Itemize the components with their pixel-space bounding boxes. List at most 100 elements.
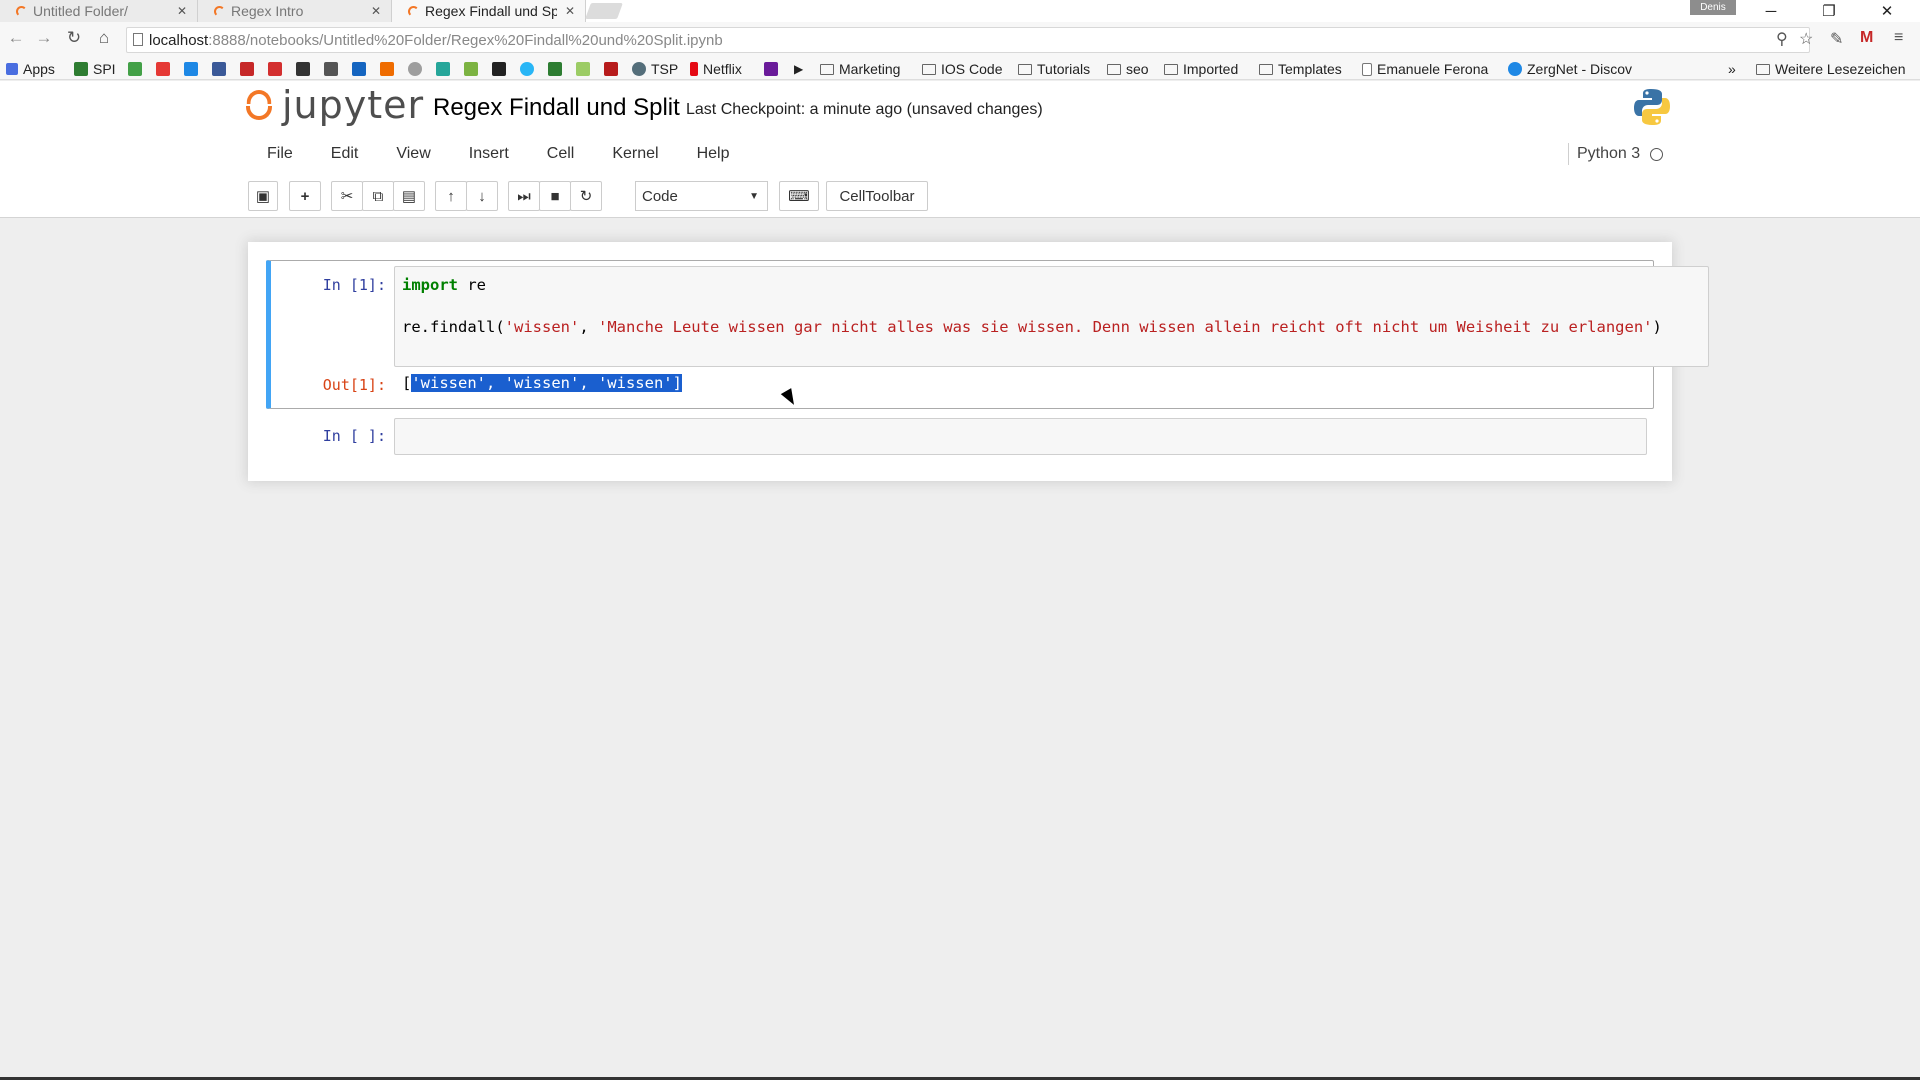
bookmark-favicon-icon[interactable]: [464, 62, 478, 76]
empty-code-input[interactable]: [394, 418, 1647, 455]
cut-scissors-icon[interactable]: ✂: [331, 181, 363, 211]
move-up-arrow-icon[interactable]: ↑: [435, 181, 467, 211]
jupyter-logo[interactable]: jupyter: [246, 83, 425, 127]
home-icon[interactable]: ⌂: [94, 28, 114, 48]
bookmark-favicon-icon[interactable]: [324, 62, 338, 76]
paste-icon[interactable]: ▤: [393, 181, 425, 211]
bookmark-folder-ios-code[interactable]: IOS Code: [922, 58, 1002, 80]
bookmark-label: Imported: [1183, 61, 1239, 77]
bookmark-emanuele[interactable]: Emanuele Ferona: [1362, 58, 1494, 80]
menu-file[interactable]: File: [248, 145, 312, 163]
bookmark-favicon-icon[interactable]: [352, 62, 366, 76]
code-input-area[interactable]: [394, 266, 1709, 367]
restart-icon[interactable]: ↻: [570, 181, 602, 211]
tab-label: Untitled Folder/: [33, 3, 128, 19]
bookmark-tsp[interactable]: TSP: [632, 58, 678, 80]
folder-icon: [1018, 63, 1032, 75]
tab-close-icon[interactable]: ✕: [565, 4, 575, 18]
insert-cell-plus-icon[interactable]: +: [289, 181, 321, 211]
zoom-icon[interactable]: ⚲: [1776, 29, 1788, 49]
menu-view[interactable]: View: [377, 145, 449, 163]
menu-kernel[interactable]: Kernel: [593, 145, 677, 163]
bookmark-folder-seo[interactable]: seo: [1107, 58, 1149, 80]
bookmark-folder-templates[interactable]: Templates: [1259, 58, 1342, 80]
cell-type-select[interactable]: Code ▼: [635, 181, 768, 211]
forward-arrow-icon[interactable]: →: [34, 28, 54, 48]
tab-label: Regex Findall und Sp: [425, 3, 557, 19]
folder-icon: [1107, 63, 1121, 75]
play-icon[interactable]: ▶: [794, 58, 803, 80]
facebook-icon[interactable]: [212, 62, 226, 76]
bookmark-favicon-icon[interactable]: [296, 62, 310, 76]
gmail-extension-icon[interactable]: M: [1860, 29, 1873, 47]
menu-insert[interactable]: Insert: [450, 145, 528, 163]
bookmark-favicon-icon[interactable]: [604, 62, 618, 76]
zergnet-icon: [1508, 62, 1522, 76]
close-window-icon[interactable]: ✕: [1864, 0, 1910, 22]
tab-close-icon[interactable]: ✕: [371, 4, 381, 18]
bookmark-folder-imported[interactable]: Imported: [1164, 58, 1238, 80]
bookmark-favicon-icon[interactable]: [268, 62, 282, 76]
bookmark-favicon-icon[interactable]: [184, 62, 198, 76]
code-text: re: [458, 276, 486, 294]
bookmark-favicon-icon[interactable]: [548, 62, 562, 76]
minimize-icon[interactable]: ─: [1748, 0, 1794, 22]
bookmark-folder-weitere[interactable]: Weitere Lesezeichen: [1756, 58, 1905, 80]
tab-close-icon[interactable]: ✕: [177, 4, 187, 18]
move-down-arrow-icon[interactable]: ↓: [466, 181, 498, 211]
restore-icon[interactable]: ❐: [1806, 0, 1852, 22]
new-tab-button[interactable]: [585, 3, 623, 19]
bookmark-favicon-icon[interactable]: [764, 62, 778, 76]
save-icon[interactable]: ▣: [248, 181, 278, 211]
bookmark-label: Netflix: [703, 61, 742, 77]
bookmark-favicon-icon[interactable]: [240, 62, 254, 76]
extension-icon[interactable]: ✎: [1830, 29, 1843, 49]
run-step-icon[interactable]: ⏭: [508, 181, 540, 211]
bookmark-favicon-icon[interactable]: [492, 62, 506, 76]
page-icon: [133, 33, 143, 46]
reload-icon[interactable]: ↻: [64, 28, 84, 48]
browser-menu-icon[interactable]: ≡: [1894, 29, 1903, 47]
jupyter-logo-text: jupyter: [282, 83, 425, 127]
bookmark-spi[interactable]: SPI: [74, 58, 116, 80]
menu-edit[interactable]: Edit: [312, 145, 378, 163]
bookmark-folder-marketing[interactable]: Marketing: [820, 58, 900, 80]
bookmark-folder-tutorials[interactable]: Tutorials: [1018, 58, 1090, 80]
cell-type-value: Code: [642, 187, 678, 205]
code-text: ): [1652, 318, 1662, 336]
url-host: localhost: [149, 31, 209, 49]
keyboard-icon[interactable]: ⌨: [779, 181, 819, 211]
copy-icon[interactable]: ⧉: [362, 181, 394, 211]
notebook-title[interactable]: Regex Findall und Split: [433, 94, 680, 122]
bookmarks-overflow-button[interactable]: »: [1728, 58, 1736, 80]
profile-badge[interactable]: Denis: [1690, 0, 1736, 15]
stop-square-icon[interactable]: ■: [539, 181, 571, 211]
folder-icon: [1259, 63, 1273, 75]
jupyter-logo-icon: [246, 88, 272, 122]
bookmark-favicon-icon[interactable]: [128, 62, 142, 76]
menu-help[interactable]: Help: [678, 145, 749, 163]
bookmark-favicon-icon[interactable]: [408, 62, 422, 76]
keyword-import: import: [402, 276, 458, 294]
bookmark-apps[interactable]: Apps: [6, 58, 55, 80]
tab-untitled-folder[interactable]: Untitled Folder/ ✕: [0, 0, 198, 22]
cell-output[interactable]: ['wissen', 'wissen', 'wissen']: [402, 374, 682, 392]
menu-cell[interactable]: Cell: [528, 145, 594, 163]
url-input[interactable]: localhost:8888/notebooks/Untitled%20Fold…: [126, 27, 1810, 53]
bookmark-label: IOS Code: [941, 61, 1003, 77]
tab-regex-findall[interactable]: Regex Findall und Sp ✕: [392, 0, 586, 22]
code-string: 'wissen': [504, 318, 580, 336]
back-arrow-icon[interactable]: ←: [6, 28, 26, 48]
kernel-idle-circle-icon: [1650, 147, 1664, 161]
output-prompt: Out[1]:: [322, 376, 386, 394]
celltoolbar-button[interactable]: CellToolbar: [826, 181, 928, 211]
bookmark-star-icon[interactable]: ☆: [1799, 29, 1813, 49]
bookmark-favicon-icon[interactable]: [380, 62, 394, 76]
tab-regex-intro[interactable]: Regex Intro ✕: [198, 0, 392, 22]
bookmark-netflix[interactable]: Netflix: [690, 58, 742, 80]
bookmark-favicon-icon[interactable]: [520, 62, 534, 76]
bookmark-favicon-icon[interactable]: [576, 62, 590, 76]
bookmark-favicon-icon[interactable]: [156, 62, 170, 76]
bookmark-favicon-icon[interactable]: [436, 62, 450, 76]
bookmark-zergnet[interactable]: ZergNet - Discov: [1508, 58, 1646, 80]
